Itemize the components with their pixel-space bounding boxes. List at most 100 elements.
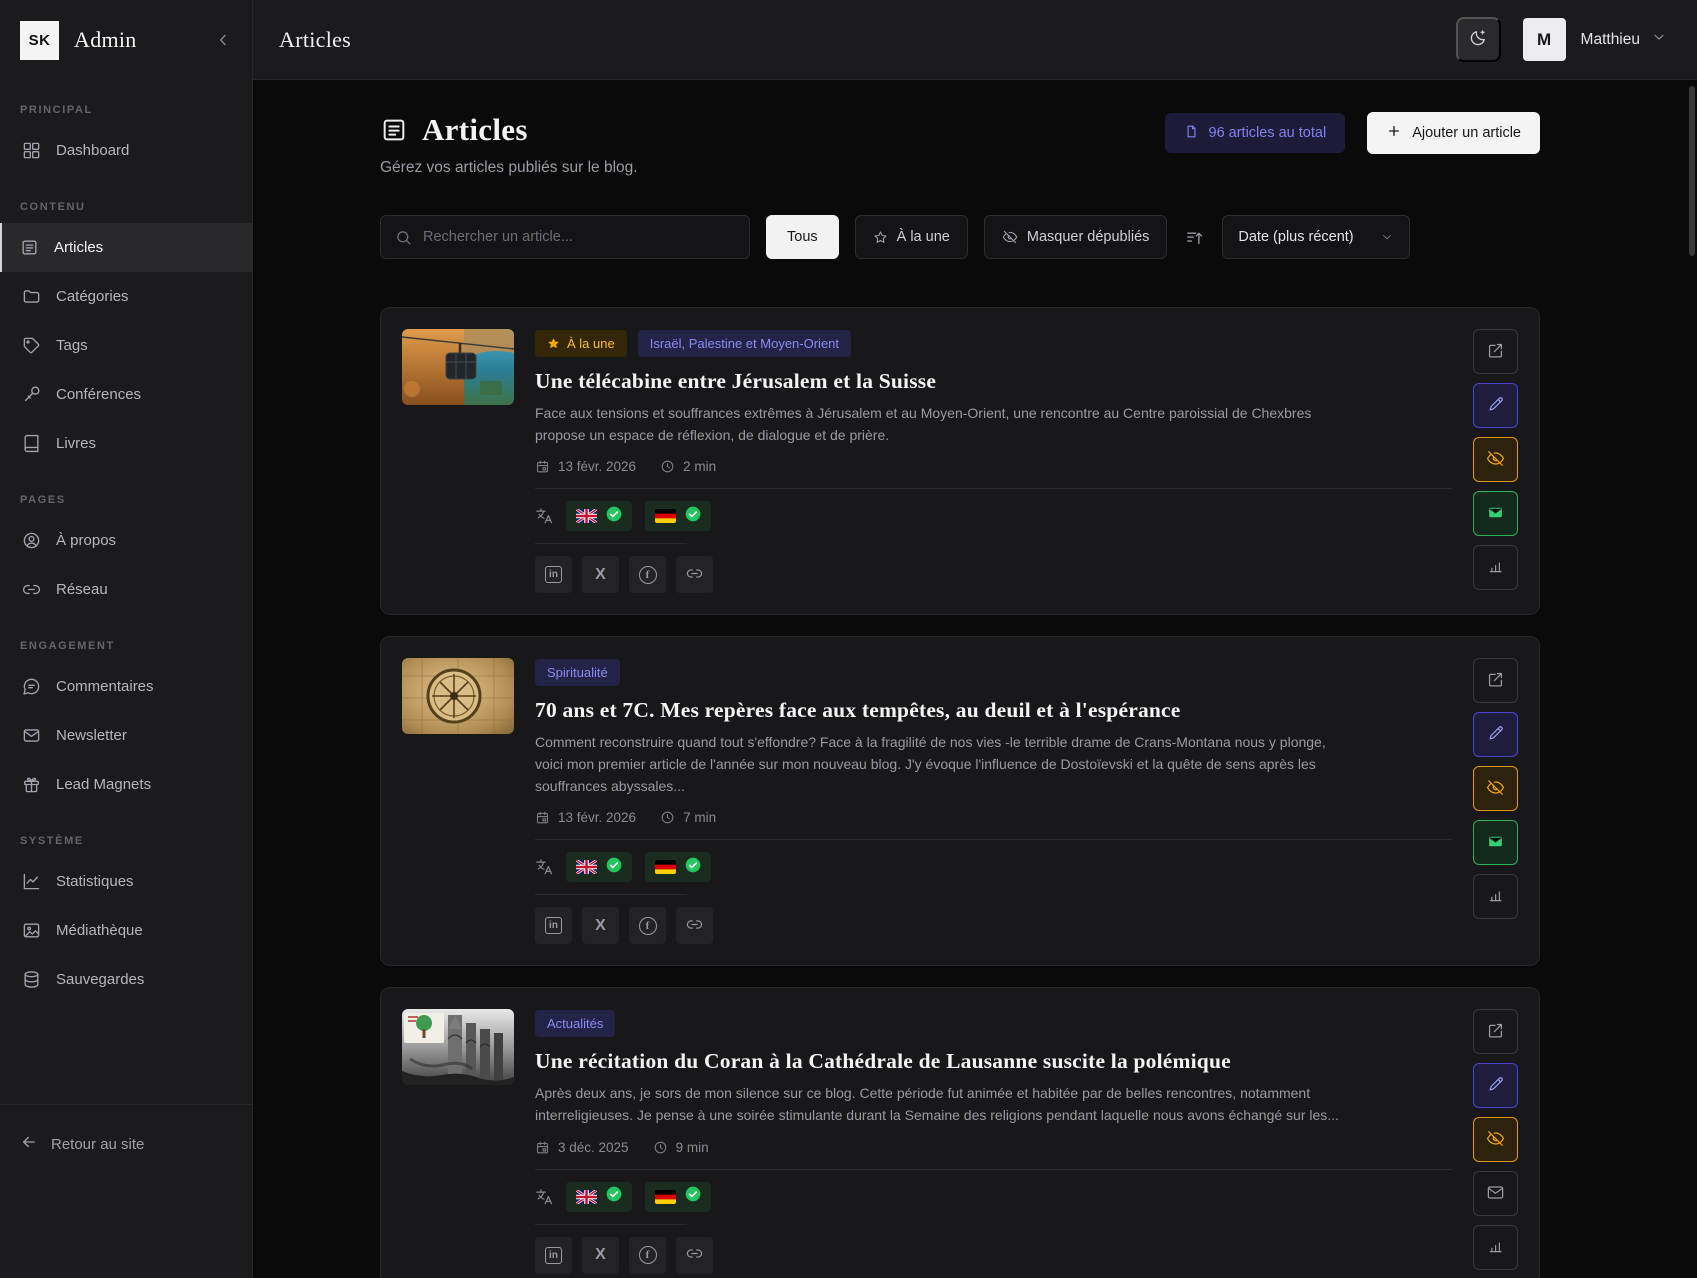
edit-article-button[interactable] [1473,712,1518,757]
filter-hide-unpublished-button[interactable]: Masquer dépubliés [984,215,1168,259]
share-facebook-button[interactable]: f [629,907,666,944]
article-card: À la une Israël, Palestine et Moyen-Orie… [380,307,1540,615]
unpublish-article-button[interactable] [1473,437,1518,482]
user-menu-button[interactable] [1651,29,1667,50]
send-newsletter-button[interactable] [1473,1171,1518,1216]
arrow-left-icon [20,1133,38,1155]
add-article-button[interactable]: Ajouter un article [1367,112,1540,154]
x-icon: X [595,566,606,584]
edit-article-button[interactable] [1473,383,1518,428]
nav-section-contenu: CONTENU [0,175,252,223]
sidebar-item-label: Commentaires [56,678,154,695]
share-facebook-button[interactable]: f [629,1237,666,1274]
sidebar-item-a-propos[interactable]: À propos [0,516,252,565]
translate-icon [535,858,553,876]
search-input[interactable] [423,229,735,245]
article-title[interactable]: 70 ans et 7C. Mes repères face aux tempê… [535,698,1452,723]
user-name: Matthieu [1581,31,1640,49]
user-circle-icon [22,531,41,550]
share-x-button[interactable]: X [582,907,619,944]
article-thumbnail[interactable] [402,329,514,405]
sidebar-item-statistiques[interactable]: Statistiques [0,857,252,906]
sidebar-item-newsletter[interactable]: Newsletter [0,711,252,760]
open-article-button[interactable] [1473,1009,1518,1054]
unpublish-article-button[interactable] [1473,1117,1518,1162]
check-circle-icon [685,506,701,527]
copy-link-button[interactable] [676,1237,713,1274]
sidebar-item-dashboard[interactable]: Dashboard [0,126,252,175]
sidebar-item-label: Lead Magnets [56,776,151,793]
chevron-down-icon [1380,230,1394,244]
sidebar-item-label: Médiathèque [56,922,143,939]
sidebar-item-mediatheque[interactable]: Médiathèque [0,906,252,955]
share-linkedin-button[interactable]: in [535,556,572,593]
category-badge[interactable]: Israël, Palestine et Moyen-Orient [638,330,851,357]
article-excerpt: Après deux ans, je sors de mon silence s… [535,1083,1345,1126]
category-badge[interactable]: Spiritualité [535,659,620,686]
folder-icon [22,287,41,306]
chevron-down-icon [1651,29,1667,50]
sidebar-collapse-button[interactable] [214,31,232,49]
back-to-site-link[interactable]: Retour au site [20,1133,232,1155]
share-x-button[interactable]: X [582,556,619,593]
filter-bar: Tous À la une Masquer dépubliés Date (pl… [380,215,1540,259]
translate-icon [535,507,553,525]
sort-direction-icon[interactable] [1185,228,1204,247]
article-stats-button[interactable] [1473,1225,1518,1270]
sidebar-item-tags[interactable]: Tags [0,321,252,370]
plus-icon [1386,123,1402,143]
article-thumbnail[interactable] [402,658,514,734]
calendar-icon [535,810,550,825]
sidebar-nav: PRINCIPAL Dashboard CONTENU Articles Cat… [0,80,252,1004]
open-article-button[interactable] [1473,329,1518,374]
sort-order-select[interactable]: Date (plus récent) [1222,215,1409,259]
comment-icon [22,677,41,696]
sidebar-item-lead-magnets[interactable]: Lead Magnets [0,760,252,809]
translation-de-badge[interactable] [645,501,711,531]
edit-article-button[interactable] [1473,1063,1518,1108]
article-stats-button[interactable] [1473,545,1518,590]
article-stats-button[interactable] [1473,874,1518,919]
sidebar-item-livres[interactable]: Livres [0,419,252,468]
copy-link-button[interactable] [676,556,713,593]
share-linkedin-button[interactable]: in [535,1237,572,1274]
article-title[interactable]: Une récitation du Coran à la Cathédrale … [535,1049,1452,1074]
share-linkedin-button[interactable]: in [535,907,572,944]
unpublish-article-button[interactable] [1473,766,1518,811]
translation-en-badge[interactable] [566,852,632,882]
eye-off-icon [1486,778,1505,800]
sidebar-item-categories[interactable]: Catégories [0,272,252,321]
translation-en-badge[interactable] [566,501,632,531]
scrollbar-thumb[interactable] [1689,86,1695,256]
article-thumbnail[interactable] [402,1009,514,1085]
nav-section-systeme: SYSTÈME [0,809,252,857]
sidebar-item-label: Newsletter [56,727,127,744]
filter-all-button[interactable]: Tous [766,215,839,259]
user-avatar[interactable]: M [1523,18,1566,61]
tag-icon [22,336,41,355]
article-title[interactable]: Une télécabine entre Jérusalem et la Sui… [535,369,1452,394]
app-logo[interactable]: SK [20,21,59,60]
sidebar-item-conferences[interactable]: Conférences [0,370,252,419]
external-link-icon [1486,341,1505,363]
copy-link-button[interactable] [676,907,713,944]
sidebar-item-label: Tags [56,337,88,354]
sidebar-item-sauvegardes[interactable]: Sauvegardes [0,955,252,1004]
filter-featured-button[interactable]: À la une [855,215,968,259]
sidebar-item-articles[interactable]: Articles [0,223,252,272]
newsletter-sent-button[interactable] [1473,820,1518,865]
category-badge[interactable]: Actualités [535,1010,615,1037]
sidebar-item-label: Catégories [56,288,129,305]
translation-en-badge[interactable] [566,1182,632,1212]
translation-de-badge[interactable] [645,852,711,882]
grid-icon [22,141,41,160]
sidebar-item-reseau[interactable]: Réseau [0,565,252,614]
theme-toggle-button[interactable] [1456,17,1501,62]
share-facebook-button[interactable]: f [629,556,666,593]
open-article-button[interactable] [1473,658,1518,703]
share-x-button[interactable]: X [582,1237,619,1274]
check-circle-icon [606,1186,622,1207]
newsletter-sent-button[interactable] [1473,491,1518,536]
translation-de-badge[interactable] [645,1182,711,1212]
sidebar-item-commentaires[interactable]: Commentaires [0,662,252,711]
